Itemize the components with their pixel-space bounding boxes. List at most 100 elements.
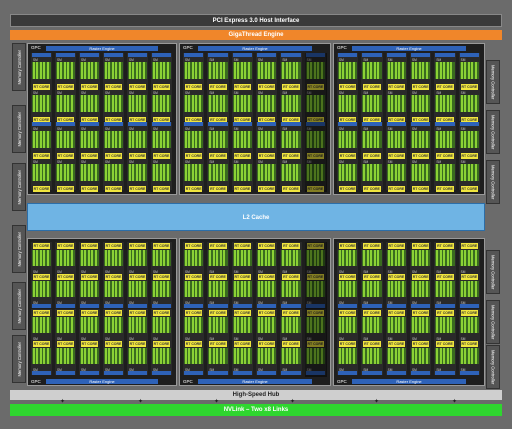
core-stripe (292, 317, 295, 333)
raster-engine: Raster Engine (46, 379, 158, 384)
core-stripe (60, 250, 63, 266)
rt-core: RT CORE (105, 153, 122, 159)
core-stripe (105, 164, 107, 181)
core-stripe (261, 164, 264, 181)
rt-core: RT CORE (129, 310, 146, 316)
core-stripe (244, 164, 247, 181)
core-stripe (139, 62, 142, 79)
core-stripe (166, 317, 169, 333)
core-stripe (60, 348, 63, 364)
core-stripe (195, 164, 198, 181)
core-stripe (370, 281, 373, 297)
rt-core: RT CORE (363, 153, 381, 159)
rt-core: RT CORE (460, 153, 478, 159)
core-stripe (370, 164, 373, 181)
core-stripe (422, 317, 425, 333)
core-stripe (363, 95, 366, 112)
core-stripe (366, 164, 369, 181)
core-stripe (87, 95, 90, 112)
rt-core: RT CORE (282, 310, 300, 316)
core-stripe (108, 62, 111, 79)
rt-core: RT CORE (412, 274, 430, 280)
core-stripe (415, 131, 418, 148)
core-stripe (464, 317, 467, 333)
core-stripe (233, 348, 236, 364)
sm (338, 317, 358, 333)
core-stripe (91, 348, 94, 364)
polymorph-engine (32, 122, 51, 126)
memory-controller-label: Memory Controller (490, 114, 496, 150)
sm (459, 348, 479, 364)
core-stripe (60, 281, 63, 297)
core-stripe (391, 62, 394, 79)
tpc: RT CORE SM RT CORE SM (127, 309, 148, 375)
core-stripe (39, 250, 42, 266)
core-stripe (342, 281, 345, 297)
core-stripe (195, 281, 198, 297)
tpc: SM RT CORE SM RT CORE (79, 122, 100, 192)
core-stripe (467, 131, 470, 148)
core-stripe (163, 95, 166, 112)
rt-core: RT CORE (33, 186, 50, 192)
high-speed-hub: High-Speed Hub (10, 390, 502, 400)
rt-core: RT CORE (282, 243, 300, 249)
core-stripe (292, 250, 295, 266)
core-stripe (422, 281, 425, 297)
polymorph-engine (435, 122, 455, 126)
core-stripe (233, 131, 236, 148)
core-stripe (91, 164, 94, 181)
core-stripe (398, 95, 401, 112)
core-stripe (237, 131, 240, 148)
gpc-label: GPC (31, 379, 41, 384)
sm (232, 317, 252, 333)
memory-controller: Memory Controller (486, 160, 500, 204)
sm (208, 250, 228, 266)
core-stripe (188, 62, 191, 79)
rt-core: RT CORE (339, 243, 357, 249)
rt-core: RT CORE (185, 84, 203, 90)
core-stripe (132, 317, 135, 333)
core-stripe (219, 62, 222, 79)
rt-core: RT CORE (185, 186, 203, 192)
polymorph-engine (362, 122, 382, 126)
core-stripe (436, 250, 439, 266)
polymorph-engine (56, 122, 75, 126)
core-stripe (268, 62, 271, 79)
sm (56, 95, 75, 112)
sm (281, 250, 301, 266)
core-stripe (142, 62, 145, 79)
core-stripe (436, 317, 439, 333)
sm (386, 62, 406, 79)
sm (184, 317, 204, 333)
polymorph-engine (152, 122, 171, 126)
core-stripe (159, 281, 162, 297)
core-stripe (237, 164, 240, 181)
rt-core: RT CORE (33, 243, 50, 249)
rt-core: RT CORE (153, 84, 170, 90)
tpc: SM RT CORE SM RT CORE (79, 53, 100, 123)
core-stripe (166, 131, 169, 148)
memory-controller: Memory Controller (12, 105, 26, 153)
sm (257, 281, 277, 297)
tpc: RT CORE SM RT CORE SM (55, 309, 76, 375)
core-stripe (159, 317, 162, 333)
polymorph-engine (232, 53, 252, 57)
core-stripe (282, 317, 285, 333)
core-stripe (370, 317, 373, 333)
sm (232, 131, 252, 148)
core-stripe (108, 348, 111, 364)
core-stripe (373, 164, 376, 181)
sm (184, 281, 204, 297)
core-stripe (439, 250, 442, 266)
core-stripe (401, 62, 404, 79)
core-stripe (446, 164, 449, 181)
rt-core: RT CORE (129, 341, 146, 347)
core-stripe (412, 62, 414, 79)
tpc: SM RT CORE SM RT CORE (361, 53, 383, 123)
core-stripe (244, 281, 247, 297)
core-stripe (398, 250, 401, 266)
core-stripe (163, 317, 166, 333)
core-stripe (450, 281, 453, 297)
core-stripe (43, 164, 46, 181)
core-stripe (474, 281, 477, 297)
